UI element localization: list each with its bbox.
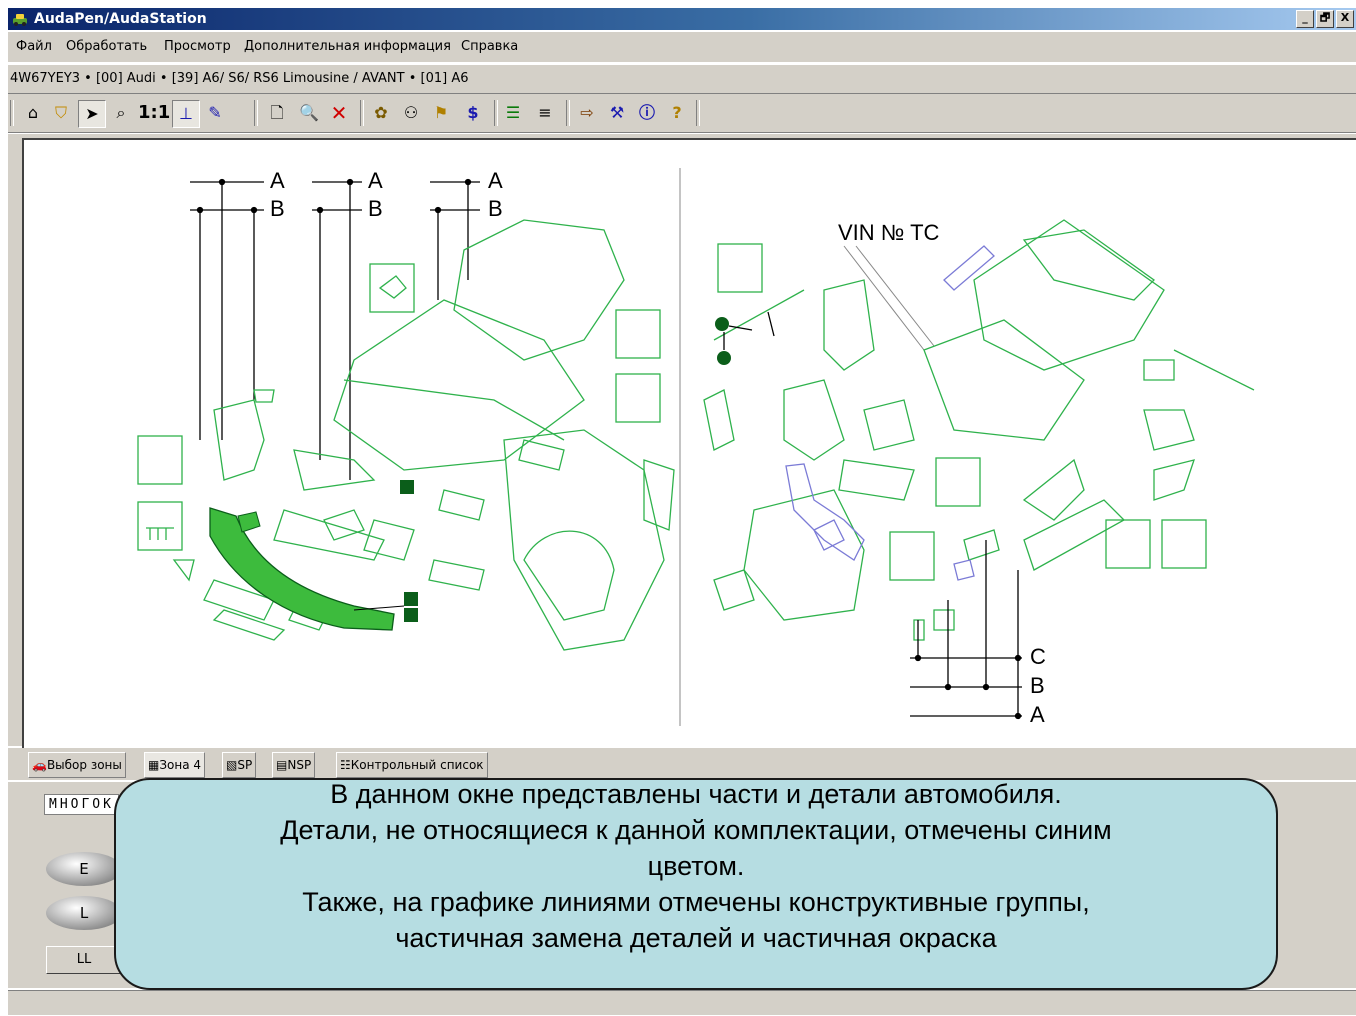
callout-line: Детали, не относящиеся к данной комплект… (280, 815, 1112, 845)
zoom-icon[interactable]: ⌕ (108, 100, 134, 126)
callout-line: В данном окне представлены части и детал… (330, 779, 1062, 809)
app-car-icon (13, 14, 27, 26)
toolbar-separator (494, 100, 498, 126)
toolbar-separator (566, 100, 570, 126)
not-applicable-parts (785, 245, 995, 581)
label-a-right: A (1030, 702, 1045, 727)
toolbar: ⌂ ⛉ ➤ ⌕ 1:1 ⊥ ✎ 🗋 🔍 ✕ ✿ ⚇ ⚑ $ ☰ ≡ ⇨ ⚒ ⓘ … (8, 94, 1356, 133)
label-b-right: B (1030, 673, 1045, 698)
baseline-icon[interactable]: ⊥ (172, 100, 200, 128)
ll-button[interactable]: LL (46, 946, 122, 974)
marker-dots-right (715, 317, 731, 365)
price-icon[interactable]: $ (460, 100, 486, 126)
tab-label: SP (237, 758, 253, 772)
pen-icon[interactable]: ✎ (202, 100, 228, 126)
wheel-icon[interactable]: ✿ (368, 100, 394, 126)
tab-label: NSP (287, 758, 312, 772)
new-document-icon[interactable]: 🗋 (264, 100, 290, 126)
zone-tabs: 🚗Выбор зоны ▦Зона 4 ▧SP ▤NSP ☷Контрольны… (8, 748, 1356, 780)
menu-view[interactable]: Просмотр (164, 39, 231, 54)
tab-nsp[interactable]: ▤NSP (272, 752, 316, 778)
remove-row-icon[interactable]: ≡ (532, 100, 558, 126)
detail-boxes-left (137, 263, 661, 551)
flag-icon[interactable]: ⚑ (428, 100, 454, 126)
delete-icon[interactable]: ✕ (326, 100, 352, 126)
help-icon[interactable]: ? (664, 100, 690, 126)
label-b-2: B (368, 196, 383, 221)
sp-icon: ▧ (226, 758, 238, 772)
close-button[interactable]: X (1336, 10, 1354, 28)
drawing-panel: A B A B A B VIN № TC C B A (8, 134, 1356, 748)
callout-line: Также, на графике линиями отмечены конст… (302, 887, 1090, 917)
parts-drawing-canvas[interactable]: A B A B A B VIN № TC C B A (22, 138, 1356, 748)
toolbar-separator (360, 100, 364, 126)
group-lines-right (910, 540, 1022, 720)
tab-label: Контрольный список (350, 758, 484, 772)
toolbar-separator (254, 100, 258, 126)
label-a-3: A (488, 168, 503, 193)
tools-icon[interactable]: ⚒ (604, 100, 630, 126)
e-button[interactable]: E (46, 852, 122, 886)
menu-bar: Файл Обработать Просмотр Дополнительная … (8, 32, 1356, 62)
shield-icon[interactable]: ⛉ (48, 100, 74, 126)
info-icon[interactable]: ⓘ (634, 100, 660, 126)
status-bar (8, 990, 1356, 1015)
label-a-1: A (270, 168, 285, 193)
insert-row-icon[interactable]: ☰ (500, 100, 526, 126)
toolbar-separator (10, 100, 14, 126)
info-callout: В данном окне представлены части и детал… (114, 778, 1278, 990)
label-b-3: B (488, 196, 503, 221)
nsp-icon: ▤ (276, 758, 288, 772)
tab-sp[interactable]: ▧SP (222, 752, 257, 778)
vin-label: VIN № TC (838, 220, 940, 245)
car-icon: 🚗 (32, 758, 47, 772)
tab-checklist[interactable]: ☷Контрольный список (336, 752, 488, 778)
menu-help[interactable]: Справка (461, 39, 518, 54)
toolbar-separator (696, 100, 700, 126)
exit-icon[interactable]: ⇨ (574, 100, 600, 126)
menu-process[interactable]: Обработать (66, 39, 147, 54)
multi-label: МНОГОК (44, 794, 119, 815)
tab-label: Выбор зоны (46, 758, 122, 772)
menu-file[interactable]: Файл (16, 39, 52, 54)
maximize-button[interactable]: 🗗 (1316, 10, 1334, 28)
tab-zone-4[interactable]: ▦Зона 4 (144, 752, 206, 778)
zone-icon: ▦ (148, 758, 160, 772)
one-to-one-icon[interactable]: 1:1 (138, 100, 170, 126)
lower-left-controls: МНОГОК E L LL (24, 784, 124, 980)
minimize-button[interactable]: _ (1296, 10, 1314, 28)
callout-line: частичная замена деталей и частичная окр… (395, 923, 997, 953)
search-doc-icon[interactable]: 🔍 (296, 100, 322, 126)
pointer-icon[interactable]: ➤ (78, 100, 106, 128)
vehicle-path: 4W67YEY3 • [00] Audi • [39] A6/ S6/ RS6 … (10, 71, 469, 86)
marker-squares-left (400, 480, 418, 622)
callout-line: цветом. (647, 851, 745, 881)
menu-additional-info[interactable]: Дополнительная информация (244, 39, 451, 54)
label-b-1: B (270, 196, 285, 221)
rear-parts-outline (703, 219, 1255, 641)
front-parts-outline (172, 219, 675, 651)
label-a-2: A (368, 168, 383, 193)
group-lines-left (190, 178, 480, 480)
house-up-icon[interactable]: ⌂ (20, 100, 46, 126)
window-title: AudaPen/AudaStation (34, 11, 207, 27)
detail-boxes-right (717, 243, 1207, 581)
l-button[interactable]: L (46, 896, 122, 930)
people-icon[interactable]: ⚇ (398, 100, 424, 126)
tab-label: Зона 4 (159, 758, 202, 772)
label-c-right: C (1030, 644, 1046, 669)
title-bar[interactable]: AudaPen/AudaStation _ 🗗 X (8, 8, 1356, 30)
list-icon: ☷ (340, 758, 351, 772)
parts-diagram[interactable]: A B A B A B VIN № TC C B A (24, 140, 1356, 748)
vehicle-path-bar: 4W67YEY3 • [00] Audi • [39] A6/ S6/ RS6 … (8, 64, 1356, 94)
tab-zone-select[interactable]: 🚗Выбор зоны (28, 752, 126, 778)
